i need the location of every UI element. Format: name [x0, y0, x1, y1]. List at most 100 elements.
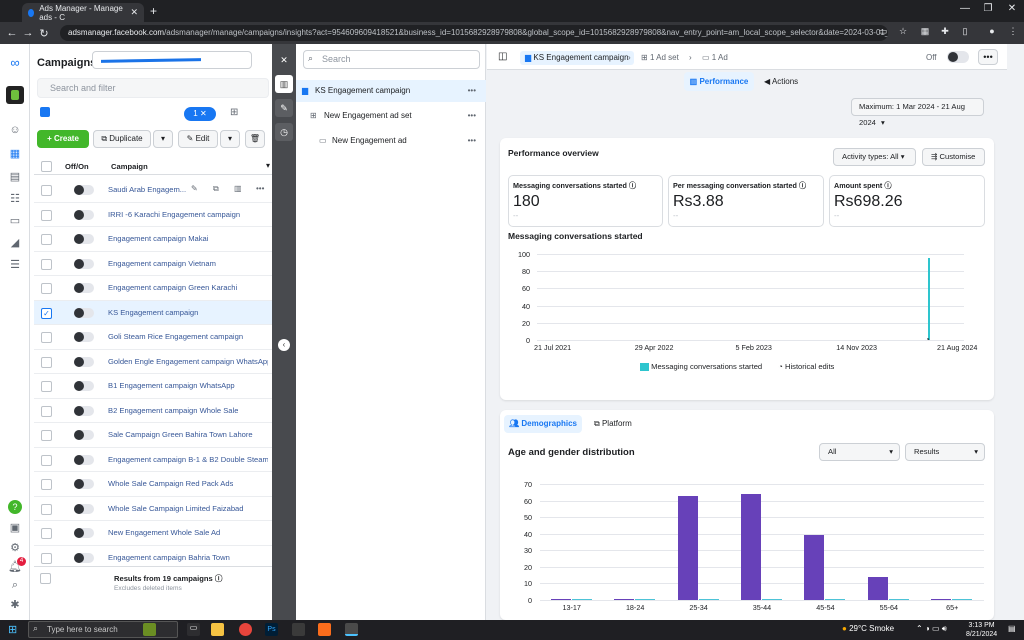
select-all-checkbox[interactable]: [41, 161, 52, 172]
row-toggle[interactable]: [74, 283, 94, 293]
reload-icon[interactable]: ↻: [36, 27, 52, 40]
row-toggle[interactable]: [74, 479, 94, 489]
bar[interactable]: [825, 598, 846, 600]
bar[interactable]: [762, 598, 782, 600]
row-checkbox[interactable]: [41, 552, 52, 564]
row-checkbox[interactable]: [41, 454, 52, 466]
windows-start-icon[interactable]: ⊞: [8, 623, 17, 636]
row-checkbox[interactable]: [41, 479, 52, 490]
campaign-name-link[interactable]: Goli Steam Rice Engagement campaign: [108, 332, 243, 341]
chrome-icon[interactable]: [239, 623, 252, 636]
table-row[interactable]: Engagement campaign B-1 & B2 Double Stea…: [34, 448, 272, 472]
table-row[interactable]: Golden Engle Engagement campaign WhatsAp…: [34, 350, 272, 374]
table-row[interactable]: Goli Steam Rice Engagement campaign: [34, 325, 272, 350]
tree-item-ad[interactable]: ▭ New Engagement ad •••: [296, 130, 486, 152]
back-icon[interactable]: ←: [4, 27, 20, 39]
bug-report-icon[interactable]: ✱: [7, 598, 23, 612]
row-toggle[interactable]: [74, 356, 94, 367]
edit-dropdown-icon[interactable]: ▾: [220, 130, 240, 148]
account-avatar[interactable]: [6, 86, 24, 104]
campaign-toggle[interactable]: [947, 51, 969, 63]
row-toggle[interactable]: [74, 405, 94, 416]
bar[interactable]: [741, 493, 761, 600]
browser-menu-icon[interactable]: ⋮: [1006, 26, 1020, 37]
edit-icon[interactable]: ✎: [191, 184, 198, 193]
bar[interactable]: [952, 598, 973, 600]
notification-center-icon[interactable]: ▤: [1008, 624, 1016, 633]
file-explorer-icon[interactable]: [211, 623, 224, 636]
row-checkbox[interactable]: [41, 258, 52, 270]
row-checkbox[interactable]: [41, 528, 52, 539]
close-window-icon[interactable]: ✕: [1002, 3, 1022, 14]
table-row[interactable]: Whole Sale Campaign Limited Faizabad: [34, 497, 272, 521]
edit-view-icon[interactable]: ✎: [275, 99, 293, 117]
overview-icon[interactable]: ☺: [7, 124, 23, 138]
tab-demographics[interactable]: 👥︎ Demographics: [504, 415, 582, 433]
results-filter-dropdown[interactable]: Results ▾: [905, 443, 985, 461]
forward-icon[interactable]: →: [20, 27, 36, 39]
metric-card[interactable]: Per messaging conversation started ⓘ Rs3…: [668, 175, 824, 227]
more-options-icon[interactable]: •••: [978, 49, 998, 65]
bar[interactable]: [804, 535, 825, 600]
tree-search-input[interactable]: Search: [303, 50, 480, 69]
row-checkbox[interactable]: ✓: [41, 307, 52, 319]
historical-edit-marker-icon[interactable]: ◔: [925, 335, 930, 344]
row-checkbox[interactable]: [41, 209, 52, 221]
restore-icon[interactable]: ❐: [978, 3, 998, 14]
view-options-icon[interactable]: ⊞: [230, 107, 238, 118]
row-toggle[interactable]: [74, 209, 94, 220]
campaign-name-link[interactable]: Engagement campaign B-1 & B2 Double Stea…: [108, 455, 268, 464]
customise-button[interactable]: ⇶ Customise: [922, 148, 985, 166]
close-tab-icon[interactable]: ✕: [130, 7, 138, 18]
account-selector[interactable]: [92, 51, 252, 69]
more-icon[interactable]: •••: [468, 80, 476, 102]
row-toggle[interactable]: [74, 234, 94, 244]
sort-icon[interactable]: ▾: [266, 161, 270, 170]
duplicate-icon[interactable]: ⧉: [213, 184, 219, 194]
chart-icon[interactable]: ▥: [234, 184, 242, 193]
tree-item-campaign[interactable]: ▆ KS Engagement campaign •••: [296, 80, 486, 102]
task-view-icon[interactable]: ▭: [187, 623, 200, 636]
row-toggle[interactable]: [74, 381, 94, 391]
date-range-picker[interactable]: Maximum: 1 Mar 2024 - 21 Aug 2024 ▾: [851, 98, 984, 127]
star-icon[interactable]: ☆: [896, 26, 910, 37]
advertise-icon[interactable]: ◢: [7, 236, 23, 250]
collapse-icon[interactable]: ‹: [278, 339, 290, 351]
duplicate-button[interactable]: ⧉ Duplicate: [93, 130, 151, 148]
minimize-icon[interactable]: —: [955, 3, 975, 14]
settings-icon[interactable]: ⚙: [7, 541, 23, 555]
extension-icon[interactable]: ▦: [918, 26, 932, 37]
chrome-active-icon[interactable]: [345, 623, 358, 636]
new-tab-icon[interactable]: +: [150, 4, 157, 18]
row-checkbox[interactable]: [41, 234, 52, 245]
campaign-name-link[interactable]: IRRI -6 Karachi Engagement campaign: [108, 210, 240, 219]
filter-chip[interactable]: 1 ✕: [184, 107, 216, 121]
reports-icon[interactable]: ▤: [7, 170, 23, 184]
campaigns-table-icon[interactable]: ▦: [7, 147, 23, 161]
table-row[interactable]: B2 Engagement campaign Whole Sale: [34, 399, 272, 423]
bar[interactable]: [635, 598, 656, 600]
campaign-name-link[interactable]: B2 Engagement campaign Whole Sale: [108, 406, 238, 415]
row-checkbox[interactable]: [41, 185, 52, 196]
photoshop-icon[interactable]: Ps: [265, 623, 278, 636]
tab-platform[interactable]: ⧉ Platform: [594, 415, 632, 433]
table-row[interactable]: New Engagement Whole Sale Ad: [34, 521, 272, 546]
metric-card[interactable]: Amount spent ⓘ Rs698.26 --: [829, 175, 985, 227]
all-tools-icon[interactable]: ☰: [7, 258, 23, 272]
footer-checkbox[interactable]: [40, 573, 51, 584]
campaign-name-link[interactable]: Engagement campaign Vietnam: [108, 259, 216, 268]
breadcrumb-adset[interactable]: ⊞ 1 Ad set: [641, 53, 679, 62]
bar[interactable]: [614, 598, 635, 600]
campaign-name-link[interactable]: Engagement campaign Green Karachi: [108, 283, 237, 292]
campaign-name-link[interactable]: Golden Engle Engagement campaign WhatsAp…: [108, 357, 268, 366]
breadcrumb-campaign[interactable]: ▆ KS Engagement campaign: [520, 51, 634, 65]
chart-view-icon[interactable]: ▥: [275, 75, 293, 93]
tab-performance[interactable]: ▥ Performance: [684, 72, 754, 91]
table-row[interactable]: Saudi Arab Engagem... ✎ ⧉ ▥ •••: [34, 178, 272, 203]
row-checkbox[interactable]: [41, 503, 52, 515]
breadcrumb-ad[interactable]: ▭ 1 Ad: [702, 53, 728, 62]
audiences-icon[interactable]: ☷: [7, 192, 23, 206]
meta-logo-icon[interactable]: ∞: [7, 55, 23, 70]
more-icon[interactable]: •••: [256, 184, 264, 193]
edit-button[interactable]: ✎ Edit: [178, 130, 218, 148]
